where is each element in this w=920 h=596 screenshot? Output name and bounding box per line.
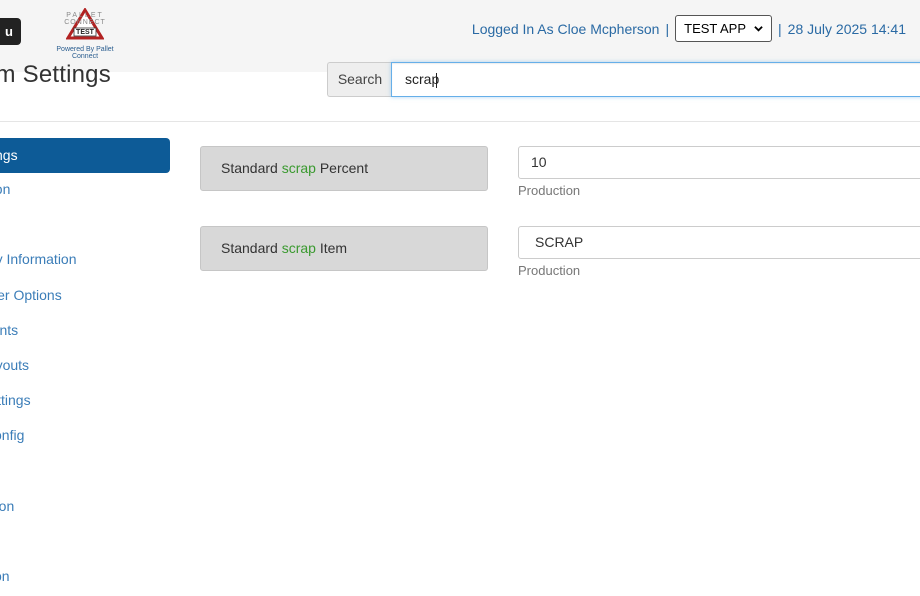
setting-label-text: Standard [221,240,282,256]
logo-powered-by: Powered By Pallet Connect [56,46,114,60]
sidebar-item[interactable]: Config [0,427,24,443]
search-highlight: scrap [281,240,316,256]
setting-label-text: Item [315,240,348,256]
setting-label-text: Percent [315,160,369,176]
chevron-down-icon [754,26,763,32]
page: u PALLET CONNECT TEST Powered By Pallet … [0,0,920,596]
logo-text-mid: CONNECT [64,19,106,26]
logged-in-text: Logged In As Cloe Mcpherson [471,20,660,37]
setting-help-text: Production [518,263,581,278]
separator: | [778,20,782,37]
sidebar-item[interactable]: ments [0,322,18,338]
logo-badge: TEST [76,29,94,36]
app-select-value: TEST APP [684,21,747,36]
sidebar-item[interactable]: icker Options [0,287,62,303]
sidebar-item[interactable]: tation [0,498,14,514]
search-highlight: scrap [281,160,316,176]
separator: | [665,20,670,37]
setting-help-text: Production [518,183,581,198]
sidebar-item[interactable]: ation [0,181,10,197]
page-title: em Settings [0,61,111,88]
divider [0,121,920,122]
scrap-item-input[interactable]: SCRAP [518,226,920,259]
setting-label-scrap-item: Standard scrap Item [200,226,488,271]
sidebar-item[interactable]: any Information [0,251,77,267]
text-caret [436,72,438,88]
sidebar-item[interactable]: Layouts [0,357,29,373]
menu-button[interactable]: u [0,18,21,45]
setting-label-scrap-percent: Standard scrap Percent [200,146,488,191]
datetime: 28 July 2025 14:41 [787,20,906,37]
sidebar-item[interactable]: ction [0,568,10,584]
scrap-percent-value: 10 [531,154,547,170]
search-input[interactable]: scrap [391,62,920,97]
pallet-connect-logo[interactable]: PALLET CONNECT TEST Powered By Pallet Co… [44,8,126,60]
logo-text-top: PALLET [66,12,104,19]
sidebar-item-active[interactable]: tings [0,138,170,173]
app-select[interactable]: TEST APP [675,15,773,42]
search-input-value: scrap [405,71,440,87]
header-user-area: Logged In As Cloe Mcpherson | TEST APP |… [472,15,906,42]
search-button[interactable]: Search [327,62,392,97]
sidebar-item[interactable]: Settings [0,392,31,408]
setting-label-text: Standard [221,160,282,176]
scrap-item-value: SCRAP [535,234,584,250]
scrap-percent-input[interactable]: 10 [518,146,920,179]
